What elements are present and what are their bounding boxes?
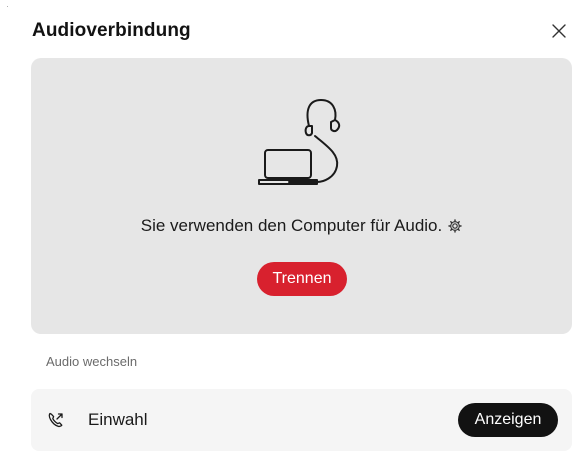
audio-status-row: Sie verwenden den Computer für Audio.: [31, 216, 572, 236]
dialog-title: Audioverbindung: [32, 20, 191, 41]
dial-in-option: Einwahl Anzeigen: [31, 389, 572, 451]
close-icon: [552, 24, 566, 38]
disconnect-button[interactable]: Trennen: [257, 262, 347, 296]
show-dial-in-button[interactable]: Anzeigen: [458, 403, 558, 437]
close-button[interactable]: [549, 21, 569, 41]
switch-audio-label: Audio wechseln: [46, 354, 138, 369]
audio-status-text: Sie verwenden den Computer für Audio.: [140, 216, 443, 235]
corner-dot: [7, 6, 8, 7]
audio-connection-dialog: Audioverbindung Sie verwenden den Comput…: [0, 0, 579, 471]
gear-icon[interactable]: [448, 219, 462, 233]
dial-in-label: Einwahl: [88, 410, 148, 429]
laptop-headset-icon: [258, 98, 341, 185]
phone-dial-in-icon: [48, 412, 63, 428]
current-audio-panel: Sie verwenden den Computer für Audio. Tr…: [31, 58, 572, 334]
dialog-header: Audioverbindung: [32, 18, 579, 48]
